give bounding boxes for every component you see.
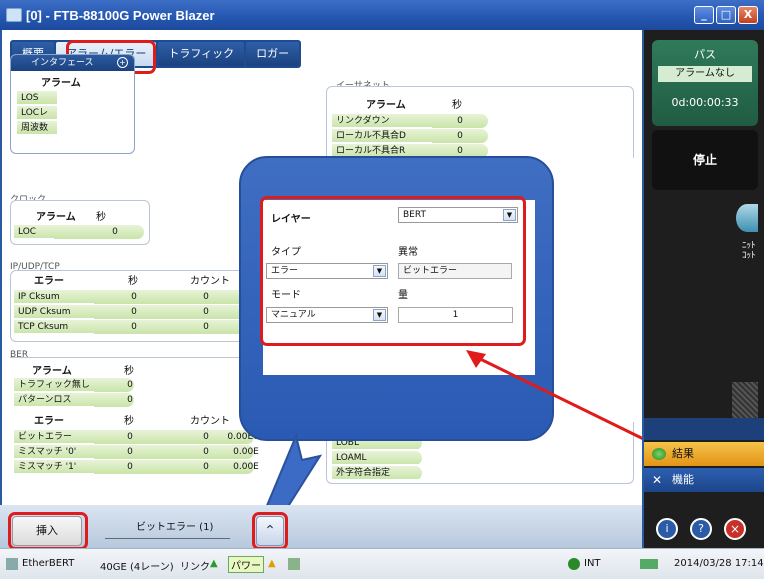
close-button[interactable]: X	[738, 6, 758, 24]
rate-status: 40GE (4レーン)	[100, 562, 174, 573]
help-icon[interactable]: ?	[690, 518, 712, 540]
clock-row-label: LOC	[14, 225, 54, 239]
ber-err-count-header: カウント	[190, 416, 230, 427]
injection-status: ビットエラー (1)	[136, 522, 214, 533]
stop-button[interactable]: 停止	[652, 130, 758, 190]
ber-error-rate: 0.00E	[233, 447, 259, 457]
ber-error-count: 0	[203, 432, 209, 442]
warning-icon: ▲	[268, 558, 276, 569]
ber-alarm-label: パターンロス	[14, 393, 94, 407]
datetime: 2014/03/28 17:14	[674, 558, 764, 569]
power-status: パワー	[228, 556, 264, 573]
ethernet-row-sec: 0	[457, 116, 463, 126]
ipudp-row-count: 0	[203, 292, 209, 302]
interface-item: 周波数	[17, 121, 57, 135]
link-up-icon: ▲	[210, 558, 218, 569]
ber-alarm-label: トラフィック無し	[14, 378, 94, 392]
ipudp-row-count: 0	[203, 322, 209, 332]
status-card: パス アラームなし 0d:00:00:33	[652, 40, 758, 126]
nav-spacer	[644, 418, 764, 440]
window-title: [0] - FTB-88100G Power Blazer	[26, 7, 215, 23]
ber-alarm-sec: 0	[127, 380, 133, 390]
tab-traffic[interactable]: トラフィック	[158, 42, 245, 66]
tools-icon: ✕	[652, 473, 663, 487]
ipudp-row-label: TCP Cksum	[14, 320, 94, 334]
no-alarm-label: アラームなし	[658, 66, 752, 82]
status-bar: EtherBERT 40GE (4レーン) リンク ▲ パワー ▲ INT 20…	[0, 548, 764, 579]
pass-label: パス	[694, 48, 716, 61]
highlight-settings	[260, 196, 526, 346]
ber-title: BER	[10, 350, 29, 360]
ber-alarm-sec: 0	[127, 395, 133, 405]
ipudp-row-label: IP Cksum	[14, 290, 94, 304]
timer: 0d:00:00:33	[671, 96, 739, 109]
ber-error-sec: 0	[127, 462, 133, 472]
ethernet-row-label: ローカル不具合D	[332, 129, 432, 143]
int-icon	[568, 558, 580, 570]
bottom-bar	[0, 505, 642, 548]
battery-icon	[640, 559, 658, 569]
highlight-insert	[8, 512, 88, 550]
info-icon[interactable]: i	[656, 518, 678, 540]
link-status: リンク	[180, 562, 210, 573]
ber-error-rate: 0.00E	[233, 462, 259, 472]
ipudp-row-sec: 0	[131, 292, 137, 302]
ber-error-count: 0	[203, 447, 209, 457]
clock-sec-header: 秒	[96, 212, 106, 223]
right-panel: パス アラームなし 0d:00:00:33 停止 ﾆｯﾄ ｺｯﾄ 結果 機能 ✕…	[642, 30, 764, 548]
ipudp-count-header: カウント	[190, 276, 230, 287]
ipudp-row-sec: 0	[131, 322, 137, 332]
ber-error-count: 0	[203, 462, 209, 472]
ber-sec-header: 秒	[124, 366, 134, 377]
maximize-button[interactable]: □	[716, 6, 736, 24]
interface-item: LOS	[17, 91, 57, 105]
title-bar: [0] - FTB-88100G Power Blazer _ □ X	[0, 0, 764, 30]
interface-item: LOCレーン	[17, 106, 57, 132]
ber-error-label: ビットエラー	[14, 430, 94, 444]
reset-sub-label: ｺｯﾄ	[742, 251, 756, 261]
ber-error-sec: 0	[127, 432, 133, 442]
ipudp-error-header: エラー	[34, 276, 64, 287]
ber-error-sec: 0	[127, 447, 133, 457]
results-icon	[652, 448, 666, 460]
ipudp-row-sec: 0	[131, 307, 137, 317]
ber-error-label: ミスマッチ '0'	[14, 445, 94, 459]
minimize-button[interactable]: _	[694, 6, 714, 24]
ber-error-label: ミスマッチ '1'	[14, 460, 94, 474]
ethernet-alarm-header: アラーム	[366, 100, 406, 111]
interface-title: インタフェース	[31, 58, 94, 68]
ethernet-sec-header: 秒	[452, 100, 462, 111]
app-icon	[6, 8, 22, 22]
ethernet-row-label: リンクダウン	[332, 114, 432, 128]
ber-alarm-header: アラーム	[32, 366, 72, 377]
interface-panel: インタフェース + アラーム LOS LOCレーン 周波数	[10, 54, 135, 154]
ber-err-sec-header: 秒	[124, 416, 134, 427]
mode-status: EtherBERT	[22, 558, 75, 569]
highlight-up	[252, 512, 288, 550]
grid-icon	[288, 558, 300, 570]
ber-error-header: エラー	[34, 416, 64, 427]
int-status: INT	[584, 558, 601, 569]
tab-logger[interactable]: ロガー	[246, 42, 300, 66]
device-icon	[6, 558, 18, 570]
exit-icon[interactable]: ×	[724, 518, 746, 540]
injection-track	[105, 538, 230, 539]
ipudp-row-count: 0	[203, 307, 209, 317]
reset-icon[interactable]	[736, 204, 758, 232]
interface-alarm-header: アラーム	[41, 78, 81, 89]
ipudp-row-label: UDP Cksum	[14, 305, 94, 319]
add-icon[interactable]: +	[117, 57, 128, 68]
ethernet-row-sec: 0	[457, 131, 463, 141]
ipudp-sec-header: 秒	[128, 276, 138, 287]
clock-row-sec: 0	[112, 227, 118, 237]
clock-alarm-header: アラーム	[36, 212, 76, 223]
interface-header: インタフェース +	[11, 55, 134, 71]
ber-divider	[10, 357, 260, 358]
